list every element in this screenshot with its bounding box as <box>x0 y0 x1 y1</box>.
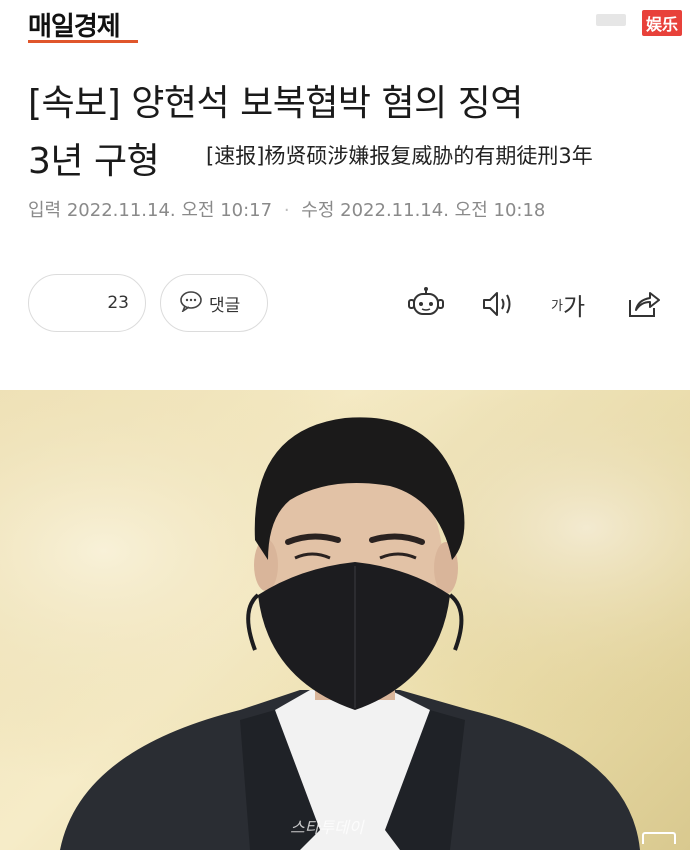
article-title-line2: 3년 구형 <box>28 141 160 182</box>
comment-icon <box>179 290 203 316</box>
photo-illustration <box>0 390 690 850</box>
comment-label: 댓글 <box>209 295 241 316</box>
edit-label: 수정 <box>301 200 335 221</box>
logo-underline <box>28 40 138 43</box>
comment-button[interactable]: 댓글 <box>160 274 268 332</box>
article-meta: 입력 2022.11.14. 오전 10:17 · 수정 2022.11.14.… <box>28 196 545 222</box>
like-button[interactable]: 23 <box>28 274 146 332</box>
like-count: 23 <box>107 293 129 313</box>
article-photo <box>0 390 690 850</box>
meta-separator: · <box>283 200 290 221</box>
entertainment-badge: 娱乐 <box>641 10 682 36</box>
photo-watermark: 스타투데이 <box>290 818 364 837</box>
font-small-glyph: 가 <box>550 298 563 314</box>
font-size-icon[interactable]: 가가 <box>548 284 588 324</box>
badge-shadow <box>596 14 626 26</box>
article-title-line1: [속보] 양현석 보복협박 혐의 징역 <box>28 83 523 124</box>
font-large-glyph: 가 <box>562 292 586 321</box>
audio-icon[interactable] <box>478 284 518 324</box>
input-label: 입력 <box>28 200 62 221</box>
fullscreen-icon[interactable] <box>642 832 676 844</box>
robot-summary-icon[interactable] <box>406 284 446 324</box>
site-logo[interactable]: 매일경제 <box>28 6 121 43</box>
article-translation: [速报]杨贤硕涉嫌报复威胁的有期徒刑3年 <box>206 144 593 168</box>
share-icon[interactable] <box>624 284 664 324</box>
input-date: 2022.11.14. 오전 10:17 <box>66 200 273 221</box>
edit-date: 2022.11.14. 오전 10:18 <box>340 200 546 221</box>
